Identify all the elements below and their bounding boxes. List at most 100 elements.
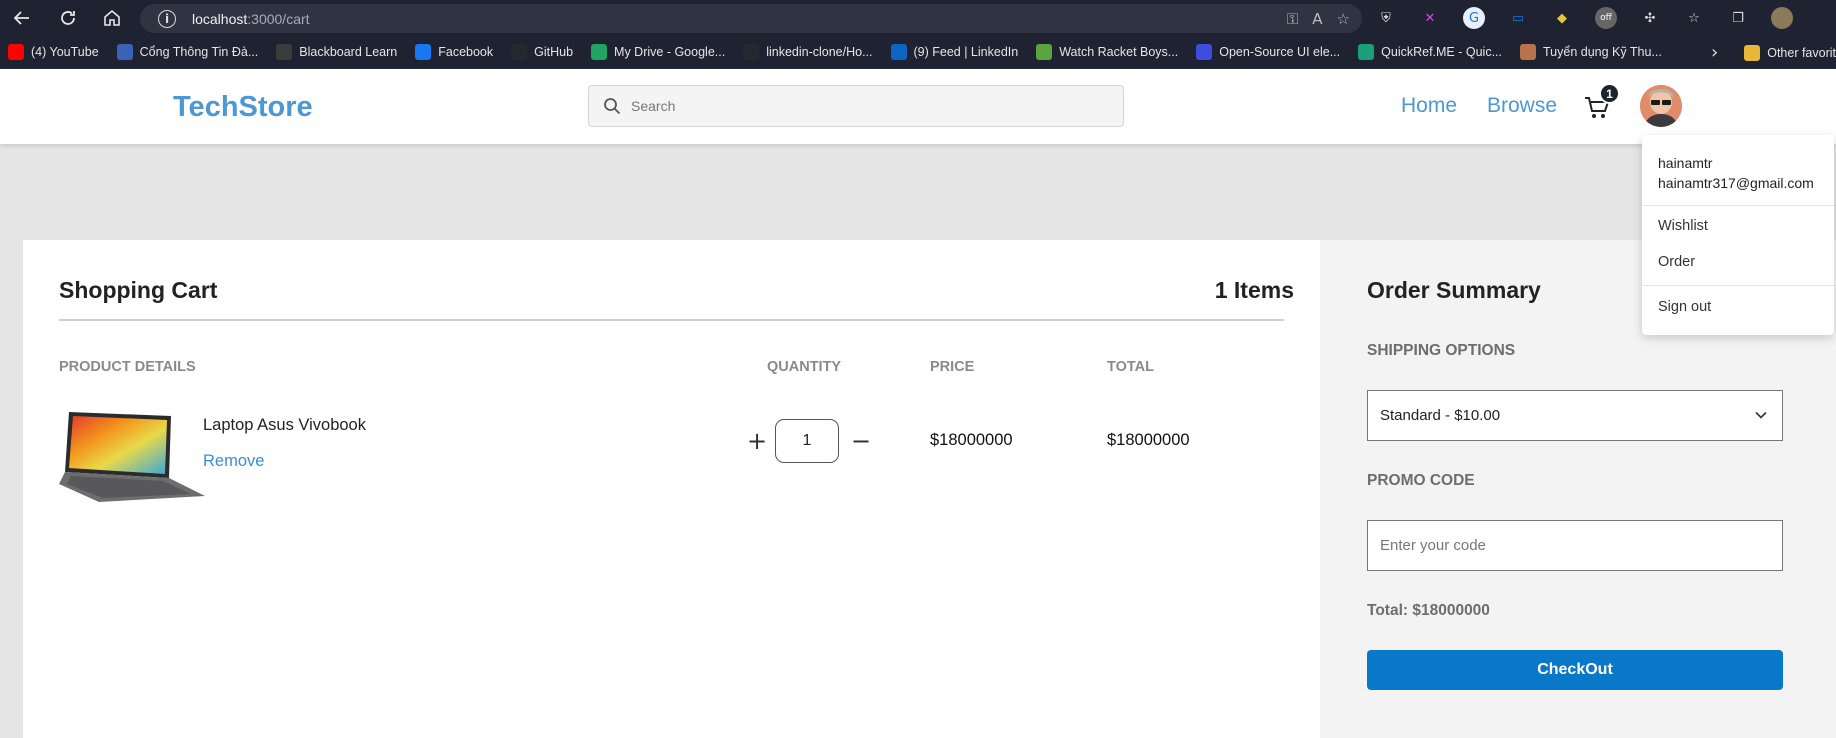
bookmark-item[interactable]: QuickRef.ME - Quic... (1358, 44, 1502, 60)
logo[interactable]: TechStore (173, 91, 313, 124)
translate-extension-icon[interactable]: G (1463, 7, 1485, 29)
linkedin-icon (890, 44, 907, 60)
shipping-label: SHIPPING OPTIONS (1367, 342, 1516, 359)
url-text: localhost:3000/cart (192, 11, 310, 27)
bookmark-item[interactable]: Blackboard Learn (276, 44, 397, 60)
shipping-select[interactable]: Standard - $10.00 (1367, 390, 1783, 441)
chevron-right-icon[interactable]: › (1711, 42, 1718, 63)
extensions-icon[interactable]: ✣ (1639, 7, 1661, 29)
facebook-icon (415, 44, 432, 60)
url-path: :3000/cart (247, 10, 310, 27)
bookmark-label: Facebook (438, 45, 494, 59)
key-icon[interactable]: ⚿ (1287, 10, 1298, 28)
github-icon (743, 44, 760, 60)
bookmark-item[interactable]: linkedin-clone/Ho... (743, 44, 873, 60)
browser-toolbar: i localhost:3000/cart ⚿ A ☆ ⛨ ✕ G ▭ ◆ of… (0, 0, 1836, 36)
nav-browse[interactable]: Browse (1487, 94, 1557, 118)
chevron-down-icon (1755, 411, 1767, 419)
menu-divider (1642, 285, 1834, 286)
google-drive-icon (591, 44, 608, 60)
bookmark-item[interactable]: (4) YouTube (8, 44, 99, 60)
bookmark-item[interactable]: Open-Source UI ele... (1196, 44, 1340, 60)
column-header-quantity: QUANTITY (767, 359, 842, 375)
youtube-icon (8, 44, 24, 60)
app-header: TechStore Home Browse 1 (0, 69, 1836, 144)
bookmark-label: My Drive - Google... (614, 45, 726, 59)
order-total: Total: $18000000 (1367, 602, 1490, 619)
nav-home[interactable]: Home (1401, 94, 1457, 118)
user-email: hainamtr317@gmail.com (1658, 175, 1814, 191)
cart-item-count: 1 Items (1214, 277, 1294, 303)
remove-button[interactable]: Remove (203, 452, 264, 471)
shield-extension-icon[interactable]: ⛨ (1375, 7, 1397, 29)
item-price: $18000000 (930, 431, 1013, 449)
menu-item-sign-out[interactable]: Sign out (1658, 299, 1711, 315)
bookmark-item[interactable]: Cổng Thông Tin Đà... (116, 44, 259, 60)
menu-divider (1642, 205, 1834, 206)
bookmarks-overflow: › Other favorit (1711, 36, 1836, 68)
summary-title: Order Summary (1367, 277, 1541, 303)
item-total: $18000000 (1107, 431, 1190, 449)
add-favorite-icon[interactable]: ☆ (1337, 10, 1350, 28)
column-header-product: PRODUCT DETAILS (59, 359, 196, 375)
bookmark-item[interactable]: My Drive - Google... (591, 44, 725, 60)
bookmark-item[interactable]: GitHub (511, 44, 573, 60)
menu-item-wishlist[interactable]: Wishlist (1658, 218, 1708, 234)
bookmark-label: Watch Racket Boys... (1059, 45, 1179, 59)
bookmark-label: (4) YouTube (31, 45, 99, 59)
favorites-icon[interactable]: ☆ (1683, 7, 1705, 29)
bookmark-label: Cổng Thông Tin Đà... (139, 45, 259, 59)
blackboard-icon (276, 44, 293, 60)
user-menu-dropdown: hainamtr hainamtr317@gmail.com Wishlist … (1642, 135, 1834, 335)
search-input[interactable] (631, 98, 1101, 114)
product-image[interactable] (59, 410, 205, 504)
bookmark-item[interactable]: Facebook (415, 44, 493, 60)
pin-extension-icon[interactable]: ◆ (1551, 7, 1573, 29)
refresh-icon[interactable] (48, 0, 88, 36)
cart-panel: Shopping Cart 1 Items PRODUCT DETAILS QU… (23, 240, 1320, 738)
jobs-icon (1520, 44, 1536, 60)
ui-icon (1196, 44, 1213, 60)
quickref-icon (1358, 44, 1375, 60)
university-icon (116, 44, 133, 60)
home-icon[interactable] (92, 0, 132, 36)
monitor-extension-icon[interactable]: ▭ (1507, 7, 1529, 29)
bookmark-label: Blackboard Learn (299, 45, 398, 59)
checkout-button[interactable]: CheckOut (1367, 650, 1783, 690)
bookmark-label: (9) Feed | LinkedIn (913, 45, 1019, 59)
github-icon (511, 44, 528, 60)
collections-icon[interactable]: ❐ (1727, 7, 1749, 29)
search-bar[interactable] (588, 85, 1124, 127)
menu-item-order[interactable]: Order (1658, 254, 1695, 270)
quantity-decrease-button[interactable]: − (851, 429, 871, 453)
avatar[interactable] (1640, 85, 1682, 127)
profile-icon[interactable] (1771, 7, 1793, 29)
off-extension-icon[interactable]: off (1595, 7, 1617, 29)
bookmark-item[interactable]: Tuyển dụng Kỹ Thu... (1520, 44, 1662, 60)
read-aloud-icon[interactable]: A (1312, 10, 1322, 28)
info-icon[interactable]: i (158, 9, 176, 28)
cart-divider (59, 319, 1284, 321)
address-bar[interactable]: i localhost:3000/cart ⚿ A ☆ (140, 4, 1362, 33)
back-icon[interactable] (2, 0, 42, 36)
x-extension-icon[interactable]: ✕ (1419, 7, 1441, 29)
quantity-increase-button[interactable]: + (747, 429, 767, 453)
other-favorites[interactable]: Other favorit (1744, 44, 1836, 61)
column-header-price: PRICE (930, 359, 975, 375)
quantity-input[interactable]: 1 (775, 419, 839, 463)
cart-badge: 1 (1599, 83, 1620, 104)
bookmark-item[interactable]: Watch Racket Boys... (1036, 44, 1178, 60)
url-host: localhost (192, 10, 248, 27)
column-header-total: TOTAL (1107, 359, 1154, 375)
bookmark-label: GitHub (534, 45, 574, 59)
shipping-value: Standard - $10.00 (1380, 407, 1501, 424)
bookmark-label: QuickRef.ME - Quic... (1381, 45, 1502, 59)
product-name[interactable]: Laptop Asus Vivobook (203, 416, 366, 435)
bookmark-item[interactable]: (9) Feed | LinkedIn (890, 44, 1019, 60)
other-favorites-label: Other favorit (1767, 45, 1836, 60)
promo-code-input[interactable] (1367, 520, 1783, 571)
bookmark-label: Tuyển dụng Kỹ Thu... (1543, 45, 1662, 59)
user-info: hainamtr hainamtr317@gmail.com (1658, 153, 1814, 193)
bookmark-label: linkedin-clone/Ho... (766, 45, 873, 59)
bookmarks-bar: (4) YouTube Cổng Thông Tin Đà... Blackboar… (0, 36, 1836, 69)
